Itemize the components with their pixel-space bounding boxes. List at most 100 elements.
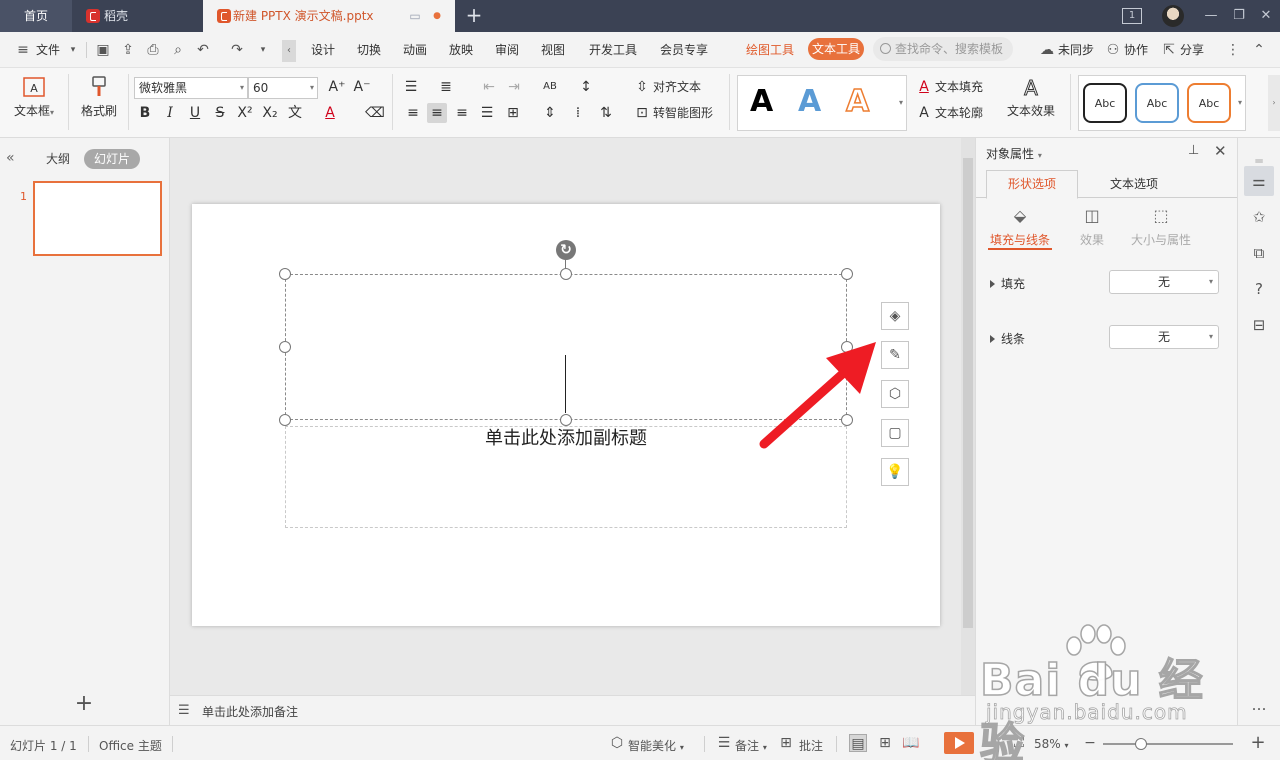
line-select[interactable]: 无 ▾ <box>1109 325 1219 349</box>
notes-placeholder[interactable]: 单击此处添加备注 <box>202 703 298 720</box>
tab-daoke[interactable]: 稻壳 <box>74 0 200 32</box>
close-icon[interactable]: ✕ <box>1256 6 1276 26</box>
smartart-icon[interactable]: ⊡ <box>632 103 652 123</box>
align-text-icon[interactable]: ⇳ <box>632 77 652 97</box>
slide-switch-icon[interactable]: ⧉ <box>1244 238 1274 268</box>
restore-icon[interactable]: ❐ <box>1229 6 1249 26</box>
zoom-level[interactable]: 58% ▾ <box>1034 737 1069 751</box>
increase-indent-icon[interactable]: ⇥ <box>504 77 524 97</box>
command-search-input[interactable]: 查找命令、搜索模板 <box>873 37 1013 61</box>
more-icon[interactable]: … <box>1244 690 1274 720</box>
numbered-list-icon[interactable]: ≣ <box>436 77 456 97</box>
text-fill-button[interactable]: 文本填充 <box>935 78 983 96</box>
collapse-ribbon-icon[interactable]: ⌃ <box>1250 41 1268 59</box>
format-painter-button[interactable]: 格式刷 <box>76 76 122 119</box>
wordart-blue-sample[interactable]: A <box>798 84 821 120</box>
share-icon[interactable]: ⇱ <box>1160 41 1178 59</box>
tab-text-options[interactable]: 文本选项 <box>1088 170 1180 198</box>
panel-title[interactable]: 对象属性 ▾ <box>986 145 1042 162</box>
collaborate-button[interactable]: 协作 <box>1124 41 1148 58</box>
text-effect-button[interactable]: A 文本效果 <box>1000 76 1062 119</box>
save-icon[interactable]: ▣ <box>94 41 112 59</box>
bullet-list-icon[interactable]: ☰ <box>401 77 421 97</box>
notes-toggle-icon[interactable]: ☰ <box>715 734 733 752</box>
clear-format-icon[interactable]: ⌫ <box>365 103 385 123</box>
vertical-scrollbar[interactable] <box>961 138 975 695</box>
new-tab-button[interactable]: + <box>462 4 486 28</box>
wordart-orange-outline-sample[interactable]: A <box>845 83 870 120</box>
fill-section-toggle[interactable]: 填充 <box>990 275 1025 292</box>
backup-icon[interactable]: ⊟ <box>1244 310 1274 340</box>
font-color-icon[interactable]: A <box>320 103 340 123</box>
tab-outline[interactable]: 大纲 <box>46 150 70 167</box>
resize-handle-bottom-left[interactable] <box>279 414 291 426</box>
notes-toggle-button[interactable]: 备注 ▾ <box>735 737 767 754</box>
resize-handle-top-left[interactable] <box>279 268 291 280</box>
minimize-icon[interactable]: — <box>1201 6 1221 26</box>
justify-icon[interactable]: ☰ <box>477 103 497 123</box>
menu-text-tool[interactable]: 文本工具 <box>808 38 864 60</box>
menu-animation[interactable]: 动画 <box>403 41 427 58</box>
chevron-down-icon[interactable]: ▾ <box>64 41 82 59</box>
play-slideshow-button[interactable] <box>944 732 974 754</box>
comment-icon[interactable]: ⊞ <box>777 734 795 752</box>
menu-view[interactable]: 视图 <box>541 41 565 58</box>
superscript-icon[interactable]: X² <box>235 103 255 123</box>
align-text-button[interactable]: 对齐文本 <box>653 78 701 96</box>
cloud-sync-icon[interactable]: ☁ <box>1038 41 1056 59</box>
decrease-font-icon[interactable]: A⁻ <box>352 77 372 97</box>
slide[interactable]: ↻ 单击此处添加副标题 − ◈ ✎ ⬡ ▢ 💡 <box>192 204 940 626</box>
fill-select[interactable]: 无 ▾ <box>1109 270 1219 294</box>
style-gallery-more-icon[interactable]: ▾ <box>1235 75 1245 131</box>
wordart-black-sample[interactable]: A <box>750 84 773 120</box>
text-outline-button[interactable]: 文本轮廓 <box>935 104 983 122</box>
strikethrough-icon[interactable]: S <box>210 103 230 123</box>
fill-bucket-icon[interactable]: ⬡ <box>881 380 909 408</box>
undo-icon[interactable]: ↶ <box>194 41 212 59</box>
phonetic-icon[interactable]: 文 <box>285 103 305 123</box>
zoom-slider-thumb[interactable] <box>1134 738 1147 750</box>
italic-icon[interactable]: I <box>160 103 180 123</box>
line-section-toggle[interactable]: 线条 <box>990 330 1025 347</box>
subscript-icon[interactable]: X₂ <box>260 103 280 123</box>
decrease-indent-icon[interactable]: ⇤ <box>479 77 499 97</box>
menu-review[interactable]: 审阅 <box>495 41 519 58</box>
paragraph-spacing-icon[interactable]: ⇕ <box>540 103 560 123</box>
chevron-down-icon[interactable]: ▾ <box>976 734 994 752</box>
redo-icon[interactable]: ↷ <box>228 41 246 59</box>
normal-view-icon[interactable]: ▤ <box>849 734 867 752</box>
screen-icon[interactable]: ▭ <box>407 8 423 24</box>
text-outline-icon[interactable]: A <box>914 103 934 123</box>
print-preview-icon[interactable]: ⌕ <box>169 41 187 59</box>
collapse-panel-icon[interactable]: « <box>6 150 15 166</box>
wordart-gallery[interactable]: A A A <box>737 75 907 131</box>
print-icon[interactable]: ⎙ <box>144 41 162 59</box>
help-icon[interactable]: ? <box>1244 274 1274 304</box>
wordart-gallery-more-icon[interactable]: ▾ <box>896 75 906 131</box>
share-button[interactable]: 分享 <box>1180 41 1204 58</box>
zoom-slider[interactable] <box>1103 743 1233 745</box>
sync-status[interactable]: 未同步 <box>1058 41 1094 58</box>
avatar[interactable] <box>1162 5 1184 27</box>
menu-transition[interactable]: 切换 <box>357 41 381 58</box>
text-direction-icon[interactable]: AB <box>540 77 560 97</box>
resize-handle-left[interactable] <box>279 341 291 353</box>
resize-handle-top-right[interactable] <box>841 268 853 280</box>
export-icon[interactable]: ⇪ <box>119 41 137 59</box>
slide-sorter-icon[interactable]: ⊞ <box>876 734 894 752</box>
shape-style-gallery[interactable]: Abc Abc Abc <box>1078 75 1246 131</box>
menu-file[interactable]: 文件 <box>36 41 60 58</box>
slide-thumbnail[interactable] <box>33 181 162 256</box>
notes-bar[interactable]: ☰ 单击此处添加备注 <box>170 695 975 725</box>
bold-icon[interactable]: B <box>135 103 155 123</box>
shape-frame-icon[interactable]: ▢ <box>881 419 909 447</box>
font-name-select[interactable]: 微软雅黑 ▾ <box>134 77 248 99</box>
zoom-in-icon[interactable]: + <box>1249 734 1267 752</box>
menu-member[interactable]: 会员专享 <box>660 41 708 58</box>
smartart-button[interactable]: 转智能图形 <box>653 104 713 122</box>
quick-access-more-icon[interactable]: ▾ <box>254 41 272 59</box>
theme-name[interactable]: Office 主题 <box>99 737 162 754</box>
style-orange-sample[interactable]: Abc <box>1187 83 1231 123</box>
outline-pen-icon[interactable]: ✎ <box>881 341 909 369</box>
menu-slideshow[interactable]: 放映 <box>449 41 473 58</box>
